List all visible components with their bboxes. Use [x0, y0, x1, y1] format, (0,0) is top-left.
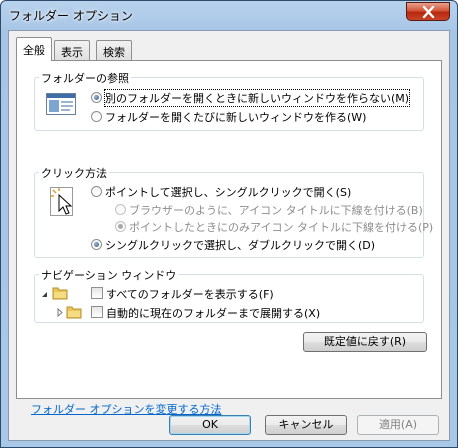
folder-icon: [66, 306, 82, 319]
restore-defaults-button[interactable]: 既定値に戻す(R): [303, 332, 427, 352]
window-title: フォルダー オプション: [9, 9, 133, 23]
dialog-body: 全般 表示 検索 フォルダーの参照 別のフォルダーを開くときに新しいウィンドウを…: [8, 30, 450, 441]
tab-label: 表示: [61, 46, 83, 59]
apply-button[interactable]: 適用(A): [357, 415, 439, 435]
radio-single-click[interactable]: [91, 186, 102, 197]
checkbox-auto-expand[interactable]: [91, 306, 103, 318]
radio-underline-always[interactable]: [115, 204, 126, 215]
tab-search[interactable]: 検索: [96, 40, 132, 60]
click-items-group: クリック方法 ポイントして選択し、シングルクリックで開く(S) ブラウザーのよう…: [34, 165, 433, 258]
option-underline-always-label[interactable]: ブラウザーのように、アイコン タイトルに下線を付ける(B): [129, 202, 423, 218]
tab-view[interactable]: 表示: [54, 40, 90, 60]
tab-panel-general: フォルダーの参照 別のフォルダーを開くときに新しいウィンドウを作らない(M) フ…: [16, 60, 442, 416]
radio-same-window[interactable]: [91, 92, 102, 103]
tab-label: 検索: [103, 46, 125, 59]
cancel-button[interactable]: キャンセル: [265, 415, 347, 435]
option-auto-expand-label[interactable]: 自動的に現在のフォルダーまで展開する(X): [106, 305, 320, 321]
option-underline-on-point-label[interactable]: ポイントしたときにのみアイコン タイトルに下線を付ける(P): [129, 219, 433, 235]
tab-general[interactable]: 全般: [16, 37, 52, 61]
close-icon: [422, 6, 435, 18]
group-title: ナビゲーション ウィンドウ: [39, 267, 179, 283]
radio-double-click[interactable]: [91, 239, 102, 250]
group-title: クリック方法: [39, 165, 109, 181]
option-single-click-label[interactable]: ポイントして選択し、シングルクリックで開く(S): [105, 184, 351, 200]
folder-options-window: フォルダー オプション 全般 表示 検索 フォルダーの参照 別のフォルダーを開く…: [0, 0, 458, 448]
navigation-pane-group: ナビゲーション ウィンドウ すべてのフォルダーを表示する(F) 自動的に現在のフ…: [34, 267, 424, 323]
option-same-window-label[interactable]: 別のフォルダーを開くときに新しいウィンドウを作らない(M): [103, 89, 411, 107]
radio-underline-on-point[interactable]: [115, 221, 126, 232]
click-cursor-icon: [50, 187, 73, 216]
tab-label: 全般: [23, 44, 45, 57]
tree-expanded-icon: [42, 292, 47, 297]
option-show-all-folders-label[interactable]: すべてのフォルダーを表示する(F): [106, 286, 274, 302]
folder-icon: [52, 287, 68, 300]
option-double-click-label[interactable]: シングルクリックで選択し、ダブルクリックで開く(D): [105, 237, 375, 253]
group-title: フォルダーの参照: [39, 70, 131, 86]
browse-folders-group: フォルダーの参照 別のフォルダーを開くときに新しいウィンドウを作らない(M) フ…: [34, 70, 424, 131]
option-new-window-label[interactable]: フォルダーを開くたびに新しいウィンドウを作る(W): [105, 109, 366, 125]
checkbox-show-all-folders[interactable]: [91, 287, 103, 299]
close-button[interactable]: [406, 2, 450, 21]
ok-button[interactable]: OK: [169, 415, 251, 435]
radio-new-window[interactable]: [91, 111, 102, 122]
folder-window-icon: [46, 93, 76, 115]
title-bar[interactable]: フォルダー オプション: [1, 1, 457, 29]
tree-collapsed-icon: [57, 308, 63, 317]
